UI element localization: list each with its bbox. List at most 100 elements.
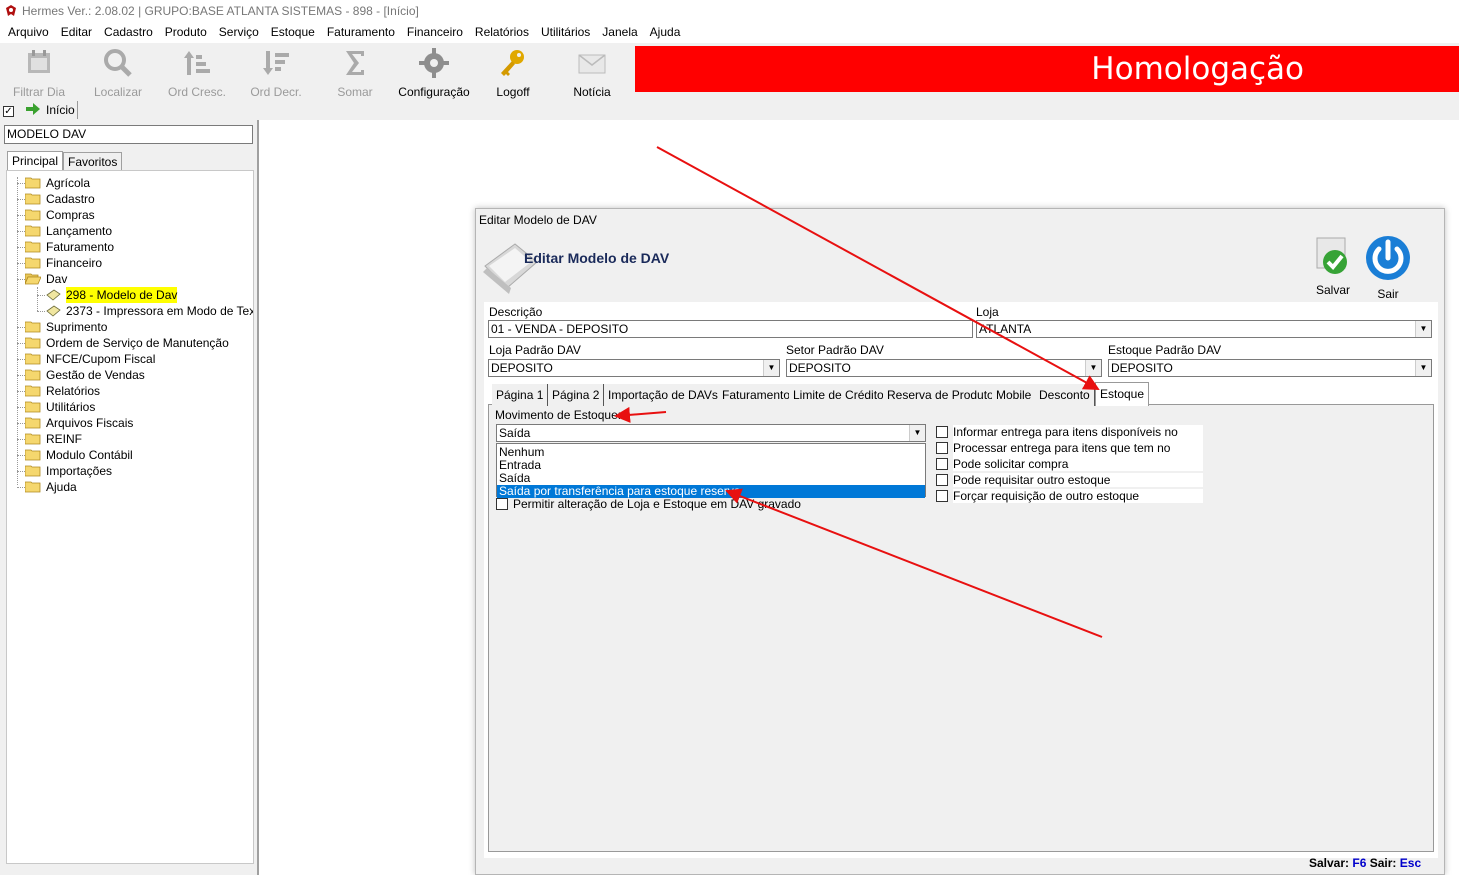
folder-icon [24, 321, 41, 333]
folder-icon [24, 481, 41, 493]
folder-icon [24, 465, 41, 477]
tree-connector [17, 231, 25, 232]
movimento-estoque-select[interactable]: Saída ▼ [496, 424, 926, 442]
exit-button[interactable]: Sair [1363, 234, 1413, 301]
status-exit-key: Esc [1399, 856, 1422, 870]
tree-item-label: Cadastro [46, 192, 95, 206]
requisitar-estoque-checkbox[interactable] [936, 474, 948, 486]
ord-decr-label: Ord Decr. [250, 85, 302, 99]
menu-produto[interactable]: Produto [161, 22, 215, 43]
tree-item-label: 2373 - Impressora em Modo de Texto pa [66, 304, 253, 318]
toolbar: Filtrar Dia Localizar Ord Cresc. Ord Dec… [0, 43, 630, 99]
dialog-title: Editar Modelo de DAV [479, 213, 597, 227]
tab-mobile[interactable]: Mobile [992, 384, 1037, 406]
tab-favoritos[interactable]: Favoritos [63, 152, 123, 170]
tab-estoque[interactable]: Estoque [1095, 382, 1150, 406]
tree-connector [17, 391, 25, 392]
descricao-input[interactable]: 01 - VENDA - DEPOSITO [488, 320, 973, 338]
somar-label: Somar [337, 85, 373, 99]
descricao-label: Descrição [489, 305, 543, 319]
folder-open-icon [24, 273, 42, 285]
tree-item-label: Ordem de Serviço de Manutenção [46, 336, 229, 350]
menu-bar: Arquivo Editar Cadastro Produto Serviço … [0, 22, 1459, 43]
tree-item-label: Importações [46, 464, 113, 478]
document-icon [45, 305, 61, 317]
tree-item-label: Compras [46, 208, 95, 222]
configuracao-button[interactable]: Configuração [395, 45, 473, 99]
tab-pagina-2[interactable]: Página 2 [548, 384, 605, 406]
document-icon [45, 289, 61, 301]
ord-cresc-label: Ord Cresc. [167, 85, 226, 99]
folder-icon [24, 353, 41, 365]
menu-editar[interactable]: Editar [57, 22, 100, 43]
tab-importacao-davs[interactable]: Importação de DAVs [604, 384, 723, 406]
chevron-down-icon[interactable]: ▼ [1085, 360, 1101, 376]
localizar-button[interactable]: Localizar [79, 45, 157, 99]
tree-connector [17, 455, 25, 456]
tab-desconto[interactable]: Desconto [1035, 384, 1095, 406]
folder-icon [24, 433, 41, 445]
folder-icon [24, 401, 41, 413]
tree-item-label: Agrícola [46, 176, 91, 190]
tab-inicio[interactable]: Início [22, 101, 78, 119]
window-title-bar: Hermes Ver.: 2.08.02 | GRUPO:BASE ATLANT… [0, 0, 1459, 22]
tab-faturamento[interactable]: Faturamento [718, 384, 796, 406]
logoff-button[interactable]: Logoff [474, 45, 552, 99]
menu-arquivo[interactable]: Arquivo [4, 22, 57, 43]
ord-decr-button[interactable]: Ord Decr. [237, 45, 315, 99]
ord-cresc-button[interactable]: Ord Cresc. [158, 45, 236, 99]
menu-cadastro[interactable]: Cadastro [100, 22, 161, 43]
folder-icon [24, 257, 41, 269]
menu-relatorios[interactable]: Relatórios [471, 22, 537, 43]
informar-entrega-checkbox[interactable] [936, 426, 948, 438]
folder-icon [24, 193, 41, 205]
start-checkbox[interactable]: ✓ [3, 106, 14, 117]
menu-ajuda[interactable]: Ajuda [646, 22, 689, 43]
tree-item-label: Relatórios [46, 384, 101, 398]
tab-limite-credito[interactable]: Limite de Crédito [789, 384, 889, 406]
folder-icon [24, 449, 41, 461]
save-button-label: Salvar [1315, 283, 1350, 297]
dialog-tabs: Página 1 Página 2 Importação de DAVs Fat… [488, 382, 1434, 406]
chevron-down-icon[interactable]: ▼ [1415, 321, 1431, 337]
sort-descending-icon [263, 51, 289, 75]
folder-icon [24, 369, 41, 381]
tab-pagina-1[interactable]: Página 1 [492, 384, 549, 406]
menu-utilitarios[interactable]: Utilitários [537, 22, 598, 43]
menu-tree: Agrícola Cadastro Compras Lançamento Faturam… [6, 170, 254, 864]
estoque-padrao-select[interactable]: DEPOSITO ▼ [1108, 359, 1432, 377]
tree-connector [17, 471, 25, 472]
loja-select[interactable]: ATLANTA ▼ [976, 320, 1432, 338]
processar-entrega-checkbox[interactable] [936, 442, 948, 454]
setor-padrao-select[interactable]: DEPOSITO ▼ [786, 359, 1102, 377]
menu-estoque[interactable]: Estoque [267, 22, 323, 43]
chevron-down-icon[interactable]: ▼ [763, 360, 779, 376]
loja-label: Loja [976, 305, 999, 319]
estoque-padrao-label: Estoque Padrão DAV [1108, 343, 1222, 357]
somar-button[interactable]: Somar [316, 45, 394, 99]
chevron-down-icon[interactable]: ▼ [1415, 360, 1431, 376]
tab-reserva-produto[interactable]: Reserva de Produto [883, 384, 999, 406]
solicitar-compra-checkbox[interactable] [936, 458, 948, 470]
folder-icon [24, 177, 41, 189]
loja-select-value: ATLANTA [979, 322, 1032, 336]
option-entrada[interactable]: Entrada [497, 459, 925, 472]
loja-padrao-select[interactable]: DEPOSITO ▼ [488, 359, 780, 377]
tab-principal[interactable]: Principal [7, 151, 64, 170]
forcar-requisicao-checkbox[interactable] [936, 490, 948, 502]
permitir-alteracao-checkbox[interactable] [496, 498, 508, 510]
menu-faturamento[interactable]: Faturamento [323, 22, 403, 43]
option-nenhum[interactable]: Nenhum [497, 446, 925, 459]
save-button[interactable]: Salvar [1308, 234, 1358, 297]
menu-servico[interactable]: Serviço [215, 22, 267, 43]
menu-search-input[interactable]: MODELO DAV [4, 125, 253, 144]
movimento-estoque-value: Saída [499, 426, 531, 440]
filtrar-dia-button[interactable]: Filtrar Dia [0, 45, 78, 99]
tree-item-label: Utilitários [46, 400, 96, 414]
chevron-down-icon[interactable]: ▼ [909, 425, 925, 441]
noticia-button[interactable]: Notícia [553, 45, 631, 99]
tree-item-label: Gestão de Vendas [46, 368, 145, 382]
setor-padrao-label: Setor Padrão DAV [786, 343, 884, 357]
menu-janela[interactable]: Janela [598, 22, 645, 43]
menu-financeiro[interactable]: Financeiro [403, 22, 471, 43]
